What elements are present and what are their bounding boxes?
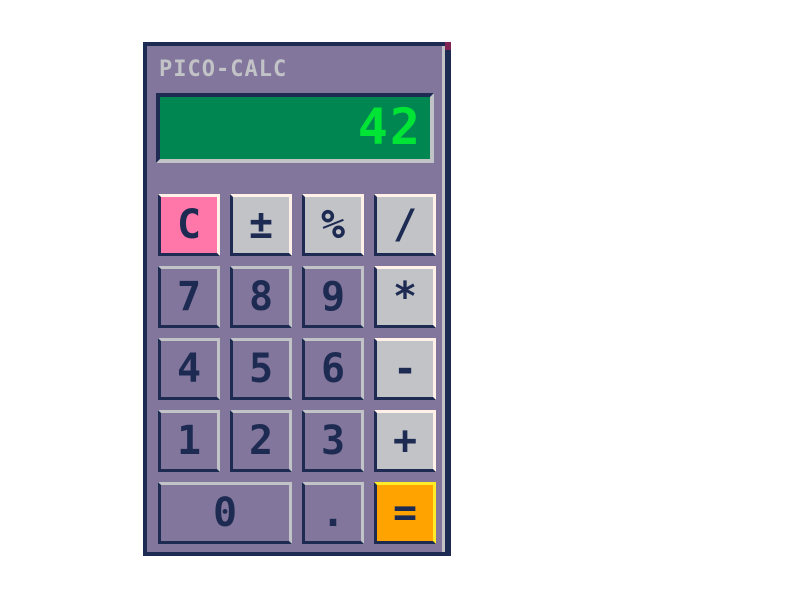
digit-0-button[interactable]: 0 xyxy=(158,482,292,544)
divide-button-label: / xyxy=(392,202,418,248)
plus-button-label: + xyxy=(392,418,418,464)
plus-button[interactable]: + xyxy=(374,410,436,472)
clear-button[interactable]: C xyxy=(158,194,220,256)
percent-button[interactable]: % xyxy=(302,194,364,256)
digit-7-label: 7 xyxy=(176,274,202,320)
digit-4-button[interactable]: 4 xyxy=(158,338,220,400)
digit-2-label: 2 xyxy=(248,418,274,464)
digit-3-button[interactable]: 3 xyxy=(302,410,364,472)
digit-8-button[interactable]: 8 xyxy=(230,266,292,328)
clear-button-label: C xyxy=(176,202,202,248)
calculator-body: PICO-CALC 42 C ± % / 7 8 9 * 4 5 6 - 1 2… xyxy=(147,46,445,552)
minus-button-label: - xyxy=(392,346,418,392)
multiply-button-label: * xyxy=(392,274,418,320)
minus-button[interactable]: - xyxy=(374,338,436,400)
equals-button-label: = xyxy=(392,490,418,536)
decimal-button-label: . xyxy=(320,490,346,536)
digit-9-label: 9 xyxy=(320,274,346,320)
app-title: PICO-CALC xyxy=(159,57,288,82)
digit-8-label: 8 xyxy=(248,274,274,320)
percent-button-label: % xyxy=(320,202,346,248)
digit-1-button[interactable]: 1 xyxy=(158,410,220,472)
decimal-button[interactable]: . xyxy=(302,482,364,544)
plus-minus-button-label: ± xyxy=(248,202,274,248)
digit-6-button[interactable]: 6 xyxy=(302,338,364,400)
display-screen: 42 xyxy=(156,93,434,163)
display-value: 42 xyxy=(357,98,422,156)
digit-2-button[interactable]: 2 xyxy=(230,410,292,472)
digit-3-label: 3 xyxy=(320,418,346,464)
digit-9-button[interactable]: 9 xyxy=(302,266,364,328)
digit-0-label: 0 xyxy=(212,490,238,536)
digit-5-label: 5 xyxy=(248,346,274,392)
digit-6-label: 6 xyxy=(320,346,346,392)
multiply-button[interactable]: * xyxy=(374,266,436,328)
digit-1-label: 1 xyxy=(176,418,202,464)
calculator-window: PICO-CALC 42 C ± % / 7 8 9 * 4 5 6 - 1 2… xyxy=(143,42,451,556)
equals-button[interactable]: = xyxy=(374,482,436,544)
digit-7-button[interactable]: 7 xyxy=(158,266,220,328)
stage: PICO-CALC 42 C ± % / 7 8 9 * 4 5 6 - 1 2… xyxy=(0,0,800,600)
plus-minus-button[interactable]: ± xyxy=(230,194,292,256)
digit-5-button[interactable]: 5 xyxy=(230,338,292,400)
window-corner-accent xyxy=(445,42,451,50)
digit-4-label: 4 xyxy=(176,346,202,392)
divide-button[interactable]: / xyxy=(374,194,436,256)
